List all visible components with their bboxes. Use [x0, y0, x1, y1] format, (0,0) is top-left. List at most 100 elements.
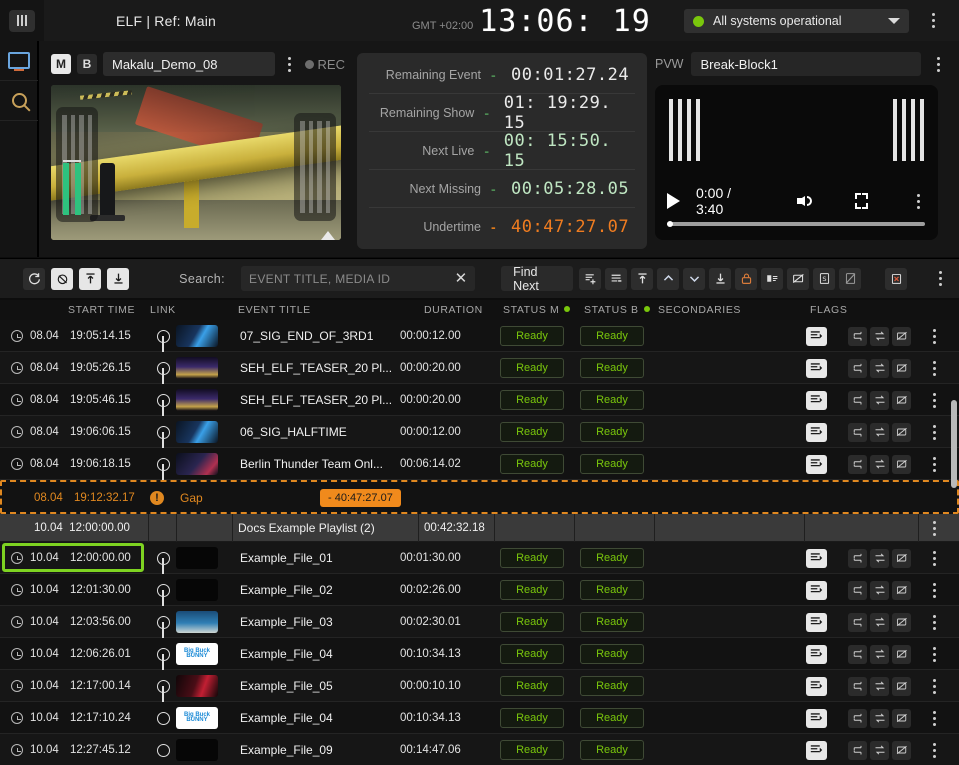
preview-player-kebab-menu-icon[interactable] [910, 189, 926, 213]
event-link-node[interactable] [150, 416, 176, 448]
table-row[interactable]: 10.04 12:27:45.12 Example_File_09 00:14:… [0, 734, 959, 765]
event-title[interactable]: 06_SIG_HALFTIME [240, 416, 400, 448]
move-bottom-button[interactable] [709, 268, 731, 290]
swap-icon[interactable] [870, 670, 892, 702]
playlist-flag-icon[interactable] [806, 638, 832, 670]
program-kebab-menu-icon[interactable] [281, 52, 299, 76]
swap-icon[interactable] [870, 542, 892, 574]
event-row-menu[interactable] [922, 702, 946, 734]
event-clock-icon[interactable] [8, 416, 26, 448]
event-thumbnail[interactable]: Big BuckBUNNY [176, 638, 226, 670]
kebab-menu-icon[interactable] [925, 578, 943, 602]
event-link-node[interactable] [150, 542, 176, 574]
close-icon[interactable]: ✕ [449, 271, 468, 286]
status-dropdown[interactable]: All systems operational [684, 9, 909, 33]
search-box[interactable]: ✕ [241, 266, 475, 291]
loop-icon[interactable] [848, 320, 870, 352]
table-row[interactable]: 10.04 12:17:10.24 Big BuckBUNNY Example_… [0, 702, 959, 734]
kebab-menu-icon[interactable] [925, 516, 943, 540]
event-thumbnail[interactable] [176, 734, 226, 765]
column-header-title[interactable]: EVENT TITLE [238, 304, 311, 316]
event-row-menu[interactable] [922, 606, 946, 638]
event-title[interactable]: Berlin Thunder Team Onl... [240, 448, 400, 480]
seek-bar[interactable] [667, 222, 925, 226]
swap-icon[interactable] [870, 574, 892, 606]
script-button[interactable]: S [813, 268, 835, 290]
event-title[interactable]: Example_File_02 [240, 574, 400, 606]
event-title[interactable]: 07_SIG_END_OF_3RD1 [240, 320, 400, 352]
event-link-node[interactable] [150, 638, 176, 670]
event-link-node[interactable] [150, 702, 176, 734]
table-row[interactable]: 10.04 12:06:26.01 Big BuckBUNNY Example_… [0, 638, 959, 670]
event-thumbnail[interactable] [176, 352, 226, 384]
playlist-flag-icon[interactable] [806, 734, 832, 765]
playlist-flag-icon[interactable] [806, 670, 832, 702]
event-thumbnail[interactable]: Big BuckBUNNY [176, 702, 226, 734]
event-thumbnail[interactable] [176, 384, 226, 416]
move-down-button[interactable] [683, 268, 705, 290]
kebab-menu-icon[interactable] [925, 642, 943, 666]
preview-kebab-menu-icon[interactable] [929, 52, 947, 76]
event-thumbnail[interactable] [176, 416, 226, 448]
loop-icon[interactable] [848, 542, 870, 574]
playlist-flag-icon[interactable] [806, 320, 832, 352]
sidebar-item-search[interactable] [0, 81, 38, 121]
kebab-menu-icon[interactable] [925, 420, 943, 444]
swap-icon[interactable] [870, 320, 892, 352]
playlist-flag-icon[interactable] [806, 416, 832, 448]
screen-off-icon[interactable] [892, 384, 914, 416]
loop-icon[interactable] [848, 734, 870, 765]
vertical-scrollbar[interactable] [951, 400, 957, 488]
sidebar-item-monitor[interactable] [0, 41, 38, 81]
event-clock-icon[interactable] [8, 448, 26, 480]
event-thumbnail[interactable] [176, 542, 226, 574]
playlist-row-menu[interactable] [922, 514, 946, 542]
play-icon[interactable] [667, 193, 680, 209]
table-row[interactable]: 10.04 12:01:30.00 Example_File_02 00:02:… [0, 574, 959, 606]
screen-off-icon[interactable] [892, 542, 914, 574]
event-row-menu[interactable] [922, 448, 946, 480]
kebab-menu-icon[interactable] [925, 324, 943, 348]
preview-video[interactable]: 0:00 / 3:40 [655, 85, 938, 240]
event-link-node[interactable] [150, 670, 176, 702]
event-clock-icon[interactable] [8, 670, 26, 702]
swap-icon[interactable] [870, 638, 892, 670]
column-header-flags[interactable]: FLAGS [810, 304, 847, 316]
fullscreen-icon[interactable] [855, 193, 869, 209]
event-row-menu[interactable] [922, 542, 946, 574]
column-header-secondaries[interactable]: SECONDARIES [658, 304, 741, 316]
loop-icon[interactable] [848, 574, 870, 606]
event-thumbnail[interactable] [176, 606, 226, 638]
program-name[interactable]: Makalu_Demo_08 [103, 52, 275, 76]
screen-off-icon[interactable] [892, 606, 914, 638]
loop-icon[interactable] [848, 384, 870, 416]
lock-button[interactable] [735, 268, 757, 290]
find-next-button[interactable]: Find Next [501, 266, 573, 291]
event-clock-icon[interactable] [8, 320, 26, 352]
event-clock-icon[interactable] [8, 352, 26, 384]
preview-name[interactable]: Break-Block1 [691, 52, 921, 76]
event-row-menu[interactable] [922, 638, 946, 670]
screen-off-icon[interactable] [892, 574, 914, 606]
event-thumbnail[interactable] [176, 670, 226, 702]
playlist-flag-icon[interactable] [806, 384, 832, 416]
kebab-menu-icon[interactable] [925, 610, 943, 634]
table-row[interactable]: 08.04 19:05:26.15 SEH_ELF_TEASER_20 Pl..… [0, 352, 959, 384]
event-row-menu[interactable] [922, 734, 946, 765]
program-video[interactable] [51, 85, 341, 240]
event-row-menu[interactable] [922, 574, 946, 606]
table-row[interactable]: 10.04 12:17:00.14 Example_File_05 00:00:… [0, 670, 959, 702]
menu-toggle[interactable] [0, 0, 44, 41]
playlist-flag-icon[interactable] [806, 606, 832, 638]
gap-row[interactable]: 08.04 19:12:32.17 ! Gap - 40:47:27.07 [0, 480, 959, 514]
volume-icon[interactable] [797, 193, 813, 209]
event-row-menu[interactable] [922, 320, 946, 352]
column-header-start-time[interactable]: START TIME [68, 304, 135, 316]
screen-off-icon[interactable] [892, 670, 914, 702]
kebab-menu-icon[interactable] [925, 388, 943, 412]
column-header-status-b[interactable]: STATUS B [584, 304, 650, 316]
move-bottom-button[interactable] [107, 268, 129, 290]
card-details-button[interactable] [761, 268, 783, 290]
playlist-flag-icon[interactable] [806, 702, 832, 734]
move-up-top-button[interactable] [631, 268, 653, 290]
